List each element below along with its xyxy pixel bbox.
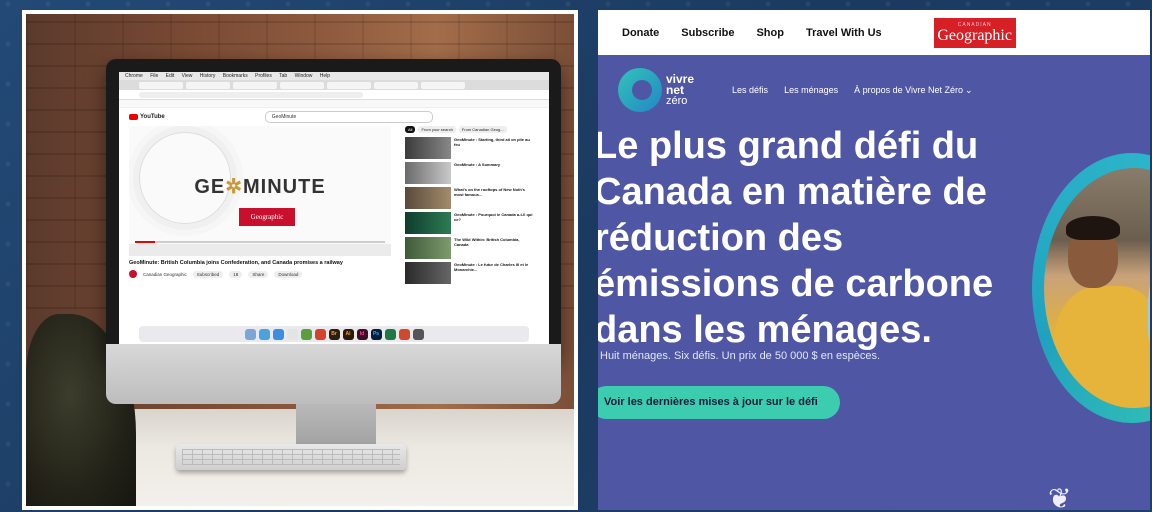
excel-icon[interactable] [384,328,396,340]
vnz-header: vivre net zéro Les défis Les ménages À p… [598,55,1150,125]
video-title-card: GE✲MINUTE [194,176,326,198]
thumbnail[interactable] [405,212,451,234]
list-item[interactable]: GeoMinute : Le futur de Charles III et l… [405,262,535,284]
nav-a-propos[interactable]: À propos de Vivre Net Zéro ⌄ [854,85,972,96]
bird-icon: ❦ [1048,483,1072,510]
imac-photo: Chrome File Edit View History Bookmarks … [26,14,574,506]
thumbnail[interactable] [405,237,451,259]
bridge-icon[interactable]: Br [328,328,340,340]
subscribed-button[interactable]: Subscribed [192,270,224,278]
browser-tab[interactable] [421,81,465,89]
chrome-icon[interactable] [272,328,284,340]
menu-window[interactable]: Window [295,73,313,79]
vivre-net-zero-site: Donate Subscribe Shop Travel With Us CAN… [598,10,1150,510]
address-bar-row [119,90,549,100]
menu-bookmarks[interactable]: Bookmarks [223,73,248,79]
browser-tab[interactable] [139,81,183,89]
menu-edit[interactable]: Edit [166,73,175,79]
vivre-net-zero-logo-icon[interactable] [618,68,662,112]
menu-history[interactable]: History [200,73,216,79]
browser-tab[interactable] [327,81,371,89]
nav-travel[interactable]: Travel With Us [806,27,882,39]
browser-tab[interactable] [233,81,277,89]
thumbnail[interactable] [405,137,451,159]
browser-tab[interactable] [186,81,230,89]
powerpoint-icon[interactable] [398,328,410,340]
nav-les-menages[interactable]: Les ménages [784,85,838,96]
vnz-nav: Les défis Les ménages À propos de Vivre … [732,85,973,96]
hero-headline: Le plus grand défi du Canada en matière … [598,125,994,351]
browser-tab[interactable] [280,81,324,89]
youtube-search-input[interactable]: GeoMinute [264,111,433,123]
channel-row: Canadian Geographic Subscribed 18 Share … [129,270,391,278]
chevron-down-icon: ⌄ [965,84,973,95]
video-progress[interactable] [135,241,385,243]
menu-file[interactable]: File [150,73,158,79]
share-button[interactable]: Share [248,270,269,278]
menu-profiles[interactable]: Profiles [255,73,272,79]
youtube-header: YouTube GeoMinute [119,108,549,126]
menu-tab[interactable]: Tab [279,73,287,79]
messages-icon[interactable] [300,328,312,340]
canadian-geographic-logo[interactable]: CANADIAN Geographic [933,17,1016,48]
launchpad-icon[interactable] [258,328,270,340]
thumbnail[interactable] [405,262,451,284]
keyboard [176,444,406,470]
cg-badge: Geographic [239,208,295,226]
indesign-icon[interactable]: Id [356,328,368,340]
thumbnail[interactable] [405,162,451,184]
menu-view[interactable]: View [182,73,193,79]
like-button[interactable]: 18 [229,270,243,278]
video-caption: GeoMinute: British Columbia joins Confed… [129,260,343,266]
channel-avatar[interactable] [129,270,137,278]
list-item[interactable]: GeoMinute : Pourquoi le Canada a-t-il qu… [405,212,535,234]
nav-subscribe[interactable]: Subscribe [681,27,734,39]
list-item[interactable]: The Wild Within: British Columbia, Canad… [405,237,535,259]
bookmarks-bar [119,100,549,108]
video-player[interactable]: GE✲MINUTE Geographic [129,126,391,256]
menu-help[interactable]: Help [320,73,330,79]
cg-top-nav: Donate Subscribe Shop Travel With Us CAN… [598,10,1150,55]
address-bar[interactable] [139,91,363,98]
calendar-icon[interactable] [286,328,298,340]
youtube-logo[interactable]: YouTube [129,114,165,120]
cta-button[interactable]: Voir les dernières mises à jour sur le d… [598,386,840,419]
imac-screen: Chrome File Edit View History Bookmarks … [119,72,549,344]
thumbnail[interactable] [405,187,451,209]
nav-shop[interactable]: Shop [756,27,784,39]
nav-donate[interactable]: Donate [622,27,659,39]
nav-les-defis[interactable]: Les défis [732,85,768,96]
list-item[interactable]: GeoMinute : A Summary [405,162,535,184]
youtube-body: GE✲MINUTE Geographic GeoMinute: British … [119,126,549,287]
chip-from-search[interactable]: From your search [418,126,456,133]
menu-chrome[interactable]: Chrome [125,73,143,79]
hero-subline: Huit ménages. Six défis. Un prix de 50 0… [600,350,881,362]
chip-all[interactable]: All [405,126,416,133]
chip-from-channel[interactable]: From Canadian Geog... [458,126,507,133]
mac-menubar: Chrome File Edit View History Bookmarks … [119,72,549,80]
filter-chips: All From your search From Canadian Geog.… [405,126,535,133]
vivre-net-zero-wordmark[interactable]: vivre net zéro [666,73,694,107]
illustrator-icon[interactable]: Ai [342,328,354,340]
recommendations-sidebar: All From your search From Canadian Geog.… [405,126,535,287]
youtube-play-icon [129,114,138,120]
left-photo-frame: Chrome File Edit View History Bookmarks … [22,10,578,510]
list-item[interactable]: GeoMinute : Starting, third all on pile … [405,137,535,159]
trash-icon[interactable] [412,328,424,340]
download-button[interactable]: Download [274,270,303,278]
video-controls[interactable] [129,244,391,256]
acrobat-icon[interactable] [314,328,326,340]
imac-chin [106,344,561,404]
browser-tab[interactable] [374,81,418,89]
finder-icon[interactable] [244,328,256,340]
list-item[interactable]: What's on the rooftops of New Noth's mos… [405,187,535,209]
mac-dock: Br Ai Id Ps [139,326,529,342]
photoshop-icon[interactable]: Ps [370,328,382,340]
browser-tabs [119,80,549,90]
channel-name[interactable]: Canadian Geographic [143,272,187,277]
